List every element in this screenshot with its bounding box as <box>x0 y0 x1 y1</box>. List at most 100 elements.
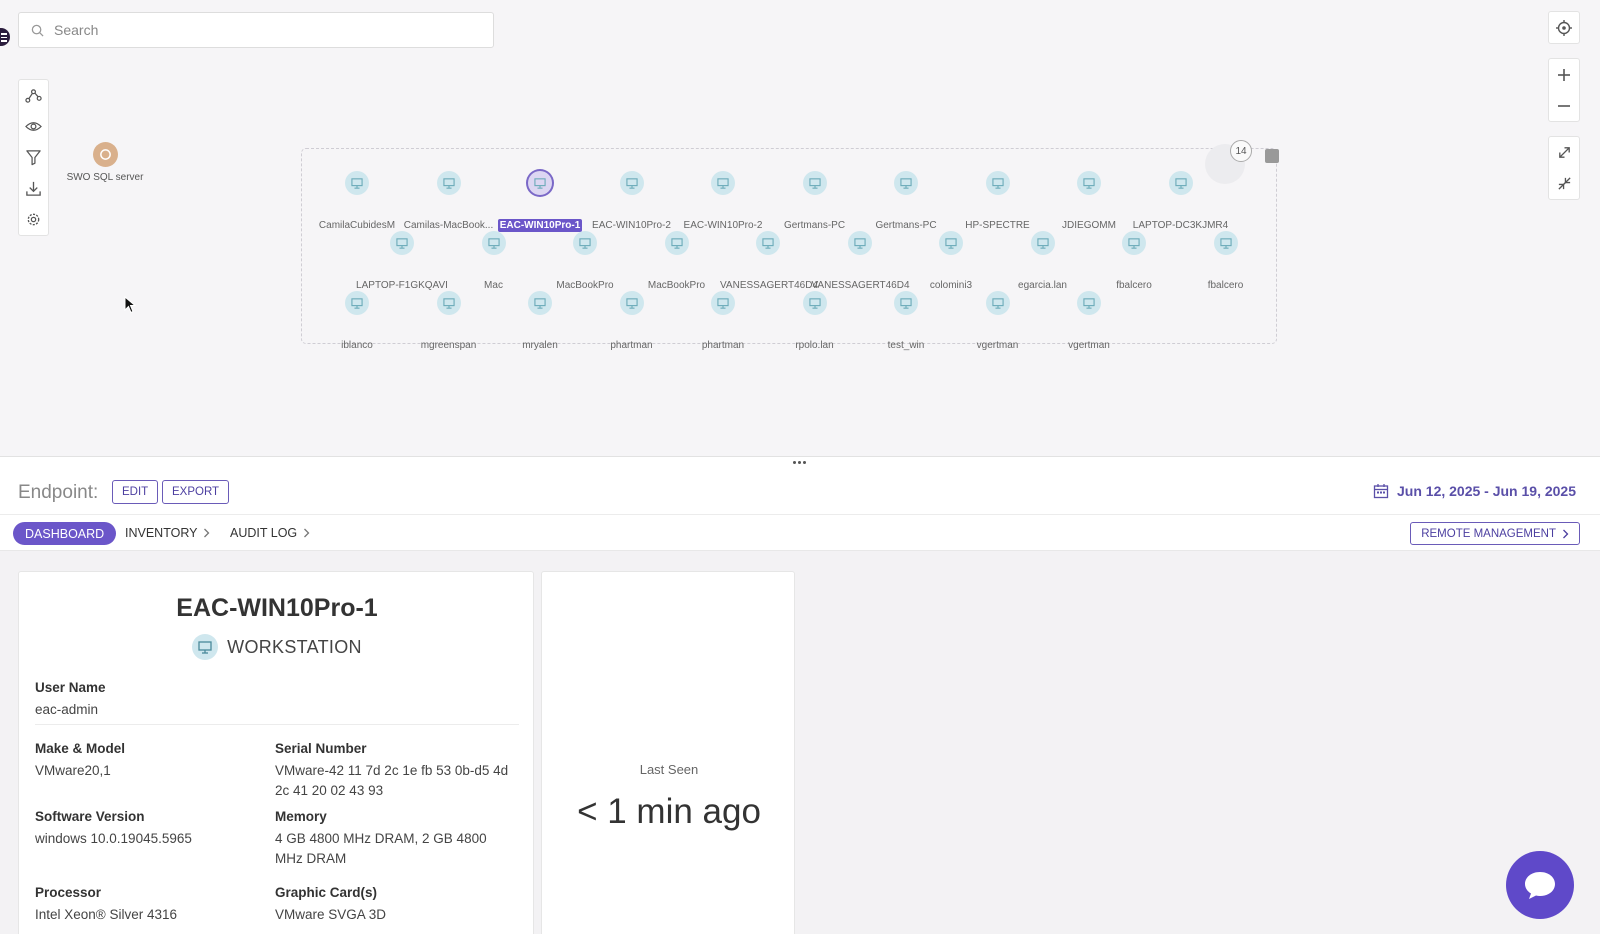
dashboard-content: EAC-WIN10Pro-1 WORKSTATION User Name eac… <box>0 551 1600 934</box>
menu-toggle-icon[interactable] <box>0 28 10 46</box>
endpoint-node[interactable]: CamilaCubidesM <box>307 171 407 233</box>
software-version-field: Software Version windows 10.0.19045.5965 <box>35 809 255 849</box>
date-range-text: Jun 12, 2025 - Jun 19, 2025 <box>1397 483 1576 499</box>
endpoint-node[interactable]: vgertman <box>1039 291 1139 353</box>
endpoint-node[interactable]: mgreenspan <box>399 291 499 353</box>
workstation-icon <box>436 171 461 195</box>
endpoint-node[interactable]: Mac <box>444 231 544 293</box>
endpoint-node[interactable]: test_win <box>856 291 956 353</box>
endpoint-node[interactable]: HP-SPECTRE <box>948 171 1048 233</box>
endpoint-node[interactable]: MacBookPro <box>627 231 727 293</box>
field-label: Graphic Card(s) <box>275 885 378 900</box>
workstation-icon <box>802 291 827 315</box>
tab-audit-log[interactable]: AUDIT LOG <box>230 526 310 540</box>
memory-field: Memory 4 GB 4800 MHz DRAM, 2 GB 4800 MHz… <box>275 809 511 869</box>
minus-icon[interactable] <box>1549 90 1579 121</box>
group-count-badge[interactable]: 14 <box>1230 140 1252 162</box>
endpoint-node[interactable]: Gertmans-PC <box>765 171 865 233</box>
endpoint-header: Endpoint: EDIT EXPORT Jun 12, 2025 - Jun… <box>0 470 1600 515</box>
search-bar[interactable] <box>18 12 494 48</box>
endpoint-node[interactable]: phartman <box>582 291 682 353</box>
tab-bar: DASHBOARD INVENTORY AUDIT LOG REMOTE MAN… <box>0 515 1600 551</box>
mouse-cursor-icon <box>124 296 136 314</box>
endpoint-node[interactable]: EAC-WIN10Pro-2 <box>673 171 773 233</box>
field-label: Serial Number <box>275 741 367 756</box>
endpoint-node[interactable]: Gertmans-PC <box>856 171 956 233</box>
endpoint-node[interactable]: fbalcero <box>1084 231 1184 293</box>
view-controls <box>1548 136 1580 200</box>
workstation-icon <box>664 231 689 255</box>
workstation-icon <box>1168 171 1193 195</box>
endpoint-node[interactable]: JDIEGOMM <box>1039 171 1139 233</box>
tab-dashboard[interactable]: DASHBOARD <box>13 522 117 545</box>
chat-button[interactable] <box>1506 851 1574 919</box>
workstation-icon <box>528 291 552 315</box>
endpoint-node[interactable]: rpolo.lan <box>765 291 865 353</box>
zoom-controls <box>1548 58 1580 122</box>
endpoint-node-label: test_win <box>887 340 925 351</box>
edit-button[interactable]: EDIT <box>112 480 159 504</box>
workstation-icon <box>619 171 644 195</box>
date-range-picker[interactable]: Jun 12, 2025 - Jun 19, 2025 <box>1373 483 1576 499</box>
endpoint-node-label: mgreenspan <box>420 340 477 351</box>
endpoint-node[interactable]: VANESSAGERT46D4 <box>718 231 818 293</box>
endpoint-node[interactable]: vgertman <box>948 291 1048 353</box>
make-model-field: Make & Model VMware20,1 <box>35 741 255 781</box>
workstation-icon <box>1030 231 1055 255</box>
field-label: User Name <box>35 680 106 695</box>
filter-icon[interactable] <box>19 142 48 173</box>
tab-inventory[interactable]: INVENTORY <box>125 526 210 540</box>
plus-icon[interactable] <box>1549 59 1579 90</box>
last-seen-label: Last Seen <box>639 762 699 777</box>
endpoint-node[interactable]: iblanco <box>307 291 407 353</box>
endpoint-node-label: fbalcero <box>1207 280 1244 291</box>
group-handle-icon[interactable] <box>1265 149 1279 163</box>
workstation-icon <box>894 171 918 195</box>
workstation-icon <box>573 231 597 255</box>
field-divider <box>35 724 519 725</box>
search-input[interactable] <box>54 22 454 38</box>
chat-icon <box>1525 872 1555 899</box>
endpoint-node[interactable]: egarcia.lan <box>993 231 1093 293</box>
endpoint-group[interactable]: CamilaCubidesM Camilas-MacBook... EAC-WIN1… <box>301 148 1277 351</box>
gear-icon[interactable] <box>19 204 48 235</box>
resize-handle-icon[interactable] <box>793 461 806 464</box>
endpoint-node[interactable]: EAC-WIN10Pro-2 <box>582 171 682 233</box>
export-button[interactable]: EXPORT <box>162 480 230 504</box>
server-node[interactable]: SWO SQL server <box>62 142 148 183</box>
endpoint-node[interactable]: mryalen <box>490 291 590 353</box>
workstation-icon <box>802 171 827 195</box>
expand-icon[interactable] <box>1549 137 1579 168</box>
endpoint-node[interactable]: VANESSAGERT46D4 <box>810 231 910 293</box>
last-seen-value: < 1 min ago <box>577 792 761 831</box>
remote-management-button[interactable]: REMOTE MANAGEMENT <box>1410 522 1580 545</box>
serial-number-field: Serial Number VMware-42 11 7d 2c 1e fb 5… <box>275 741 511 801</box>
endpoint-node[interactable]: Camilas-MacBook... <box>399 171 499 233</box>
workstation-icon <box>711 291 735 315</box>
workstation-icon <box>847 231 872 255</box>
chevron-right-icon <box>304 528 310 538</box>
collapse-icon[interactable] <box>1549 168 1579 199</box>
server-label: SWO SQL server <box>66 172 144 183</box>
workstation-icon <box>1077 171 1101 195</box>
locate-icon[interactable] <box>1549 12 1579 43</box>
eye-icon[interactable] <box>19 111 48 142</box>
field-label: Make & Model <box>35 741 126 756</box>
endpoint-node[interactable]: EAC-WIN10Pro-1 <box>490 171 590 233</box>
field-value: VMware20,1 <box>35 763 111 778</box>
topology-icon[interactable] <box>19 80 48 111</box>
tab-inventory-label: INVENTORY <box>125 526 198 540</box>
endpoint-node[interactable]: fbalcero <box>1176 231 1276 293</box>
field-value: windows 10.0.19045.5965 <box>35 831 192 846</box>
map-toolbar <box>18 79 49 236</box>
topology-map[interactable]: SWO SQL server CamilaCubidesMCamilas-Mac… <box>0 0 1600 456</box>
endpoint-node[interactable]: colomini3 <box>901 231 1001 293</box>
download-icon[interactable] <box>19 173 48 204</box>
endpoint-node[interactable]: phartman <box>673 291 773 353</box>
device-info-card: EAC-WIN10Pro-1 WORKSTATION User Name eac… <box>18 571 534 934</box>
endpoint-label: Endpoint: <box>18 482 99 503</box>
endpoint-node[interactable]: LAPTOP-F1GKQAVI <box>352 231 452 293</box>
endpoint-node[interactable]: MacBookPro <box>535 231 635 293</box>
field-label: Software Version <box>35 809 145 824</box>
workstation-icon <box>1122 231 1146 255</box>
